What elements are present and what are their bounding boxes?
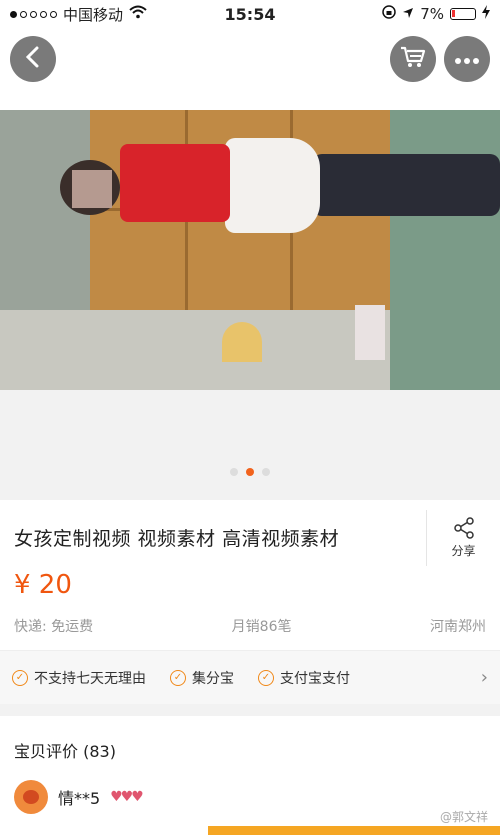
location-icon bbox=[402, 5, 414, 23]
buy-button-strip[interactable] bbox=[208, 826, 500, 835]
battery-label: 7% bbox=[420, 5, 444, 23]
photo-lamp bbox=[222, 322, 262, 362]
share-button[interactable]: 分享 bbox=[426, 510, 500, 566]
back-button[interactable] bbox=[10, 36, 56, 82]
reviews-section[interactable]: 宝贝评价 (83) 情**5 ♥♥♥ bbox=[0, 716, 500, 835]
carrier-label: 中国移动 bbox=[63, 5, 124, 24]
status-right: 7% bbox=[382, 5, 490, 23]
status-left: 中国移动 bbox=[10, 4, 147, 25]
carousel-dot[interactable] bbox=[230, 468, 238, 476]
more-button[interactable] bbox=[444, 36, 490, 82]
service-item: ✓ 不支持七天无理由 bbox=[12, 668, 146, 688]
wifi-icon bbox=[129, 5, 147, 23]
carousel-dots[interactable] bbox=[0, 468, 500, 476]
photo-bg-wall-right bbox=[390, 110, 500, 390]
product-image[interactable] bbox=[0, 110, 500, 390]
header bbox=[0, 28, 500, 110]
product-price: ¥ 20 bbox=[14, 570, 72, 600]
bottom-action-bar bbox=[0, 826, 500, 835]
status-bar: 中国移动 15:54 7% bbox=[0, 0, 500, 28]
carousel-dot-active[interactable] bbox=[246, 468, 254, 476]
check-circle-icon: ✓ bbox=[12, 669, 28, 686]
battery-icon bbox=[450, 8, 476, 20]
carousel-dot[interactable] bbox=[262, 468, 270, 476]
photo-figure-skirt bbox=[225, 138, 320, 233]
service-label: 不支持七天无理由 bbox=[34, 670, 146, 687]
lock-rotation-icon bbox=[382, 5, 396, 23]
photo-figure-legs bbox=[312, 154, 500, 216]
watermark: @郭文祥 bbox=[439, 810, 488, 824]
review-item: 情**5 ♥♥♥ bbox=[14, 780, 144, 814]
charging-icon bbox=[482, 5, 490, 23]
photo-box bbox=[355, 305, 385, 360]
signal-icon bbox=[10, 10, 57, 18]
cart-button[interactable] bbox=[390, 36, 436, 82]
monthly-sales: 月销86笔 bbox=[231, 619, 292, 635]
chevron-right-icon[interactable]: › bbox=[481, 667, 488, 688]
share-label: 分享 bbox=[451, 544, 476, 558]
reviewer-name: 情**5 bbox=[58, 789, 101, 808]
cart-icon bbox=[400, 45, 426, 73]
service-guarantees[interactable]: ✓ 不支持七天无理由 ✓ 集分宝 ✓ 支付宝支付 › bbox=[0, 650, 500, 704]
more-dots-icon bbox=[454, 50, 480, 69]
avatar bbox=[14, 780, 48, 814]
product-meta: 快递: 免运费 月销86笔 河南郑州 bbox=[0, 616, 500, 636]
heart-rating-icon: ♥♥♥ bbox=[110, 789, 144, 805]
photo-blur-mask bbox=[72, 170, 112, 208]
image-carousel-area bbox=[0, 390, 500, 500]
share-icon bbox=[453, 517, 475, 542]
photo-figure-shirt bbox=[120, 144, 230, 222]
service-item: ✓ 支付宝支付 bbox=[258, 668, 350, 688]
photo-bg-floor bbox=[0, 310, 390, 390]
chevron-left-icon bbox=[24, 46, 42, 72]
service-item: ✓ 集分宝 bbox=[170, 668, 234, 688]
service-label: 支付宝支付 bbox=[280, 670, 350, 687]
seller-location: 河南郑州 bbox=[430, 619, 486, 635]
reviews-title: 宝贝评价 (83) bbox=[14, 742, 116, 761]
shipping-info: 快递: 免运费 bbox=[14, 619, 94, 635]
product-info: 女孩定制视频 视频素材 高清视频素材 分享 ¥ 20 快递: 免运费 月销86笔… bbox=[0, 500, 500, 650]
check-circle-icon: ✓ bbox=[170, 669, 186, 686]
check-circle-icon: ✓ bbox=[258, 669, 274, 686]
product-title: 女孩定制视频 视频素材 高清视频素材 bbox=[14, 528, 340, 550]
service-label: 集分宝 bbox=[192, 670, 234, 687]
